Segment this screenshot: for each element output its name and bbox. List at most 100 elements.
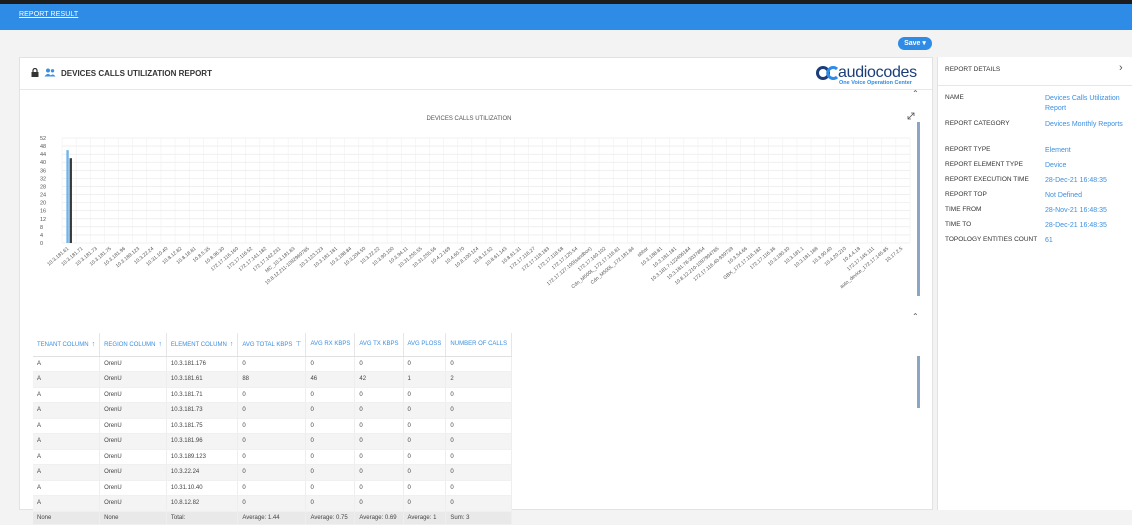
table-cell: 0 bbox=[237, 356, 307, 372]
table-row[interactable]: A OrenU 10.3.22.24 0 0 0 0 0 bbox=[33, 464, 513, 481]
table-cell: 0 bbox=[445, 433, 513, 450]
bar[interactable] bbox=[66, 150, 69, 243]
table-cell: 0 bbox=[403, 464, 447, 481]
table-row[interactable]: A OrenU 10.3.181.71 0 0 0 0 0 bbox=[33, 387, 513, 403]
column-header[interactable]: AVG RX KBPS bbox=[305, 333, 356, 357]
table-cell: 2 bbox=[445, 371, 513, 388]
table-cell: 0 bbox=[305, 356, 356, 372]
table-row[interactable]: A OrenU 10.3.181.96 0 0 0 0 0 bbox=[33, 433, 513, 450]
chart-title: DEVICES CALLS UTILIZATION bbox=[427, 116, 512, 122]
table-cell: OrenU bbox=[99, 449, 167, 465]
table-cell: 0 bbox=[305, 402, 356, 419]
table-cell: 10.31.10.40 bbox=[166, 480, 239, 496]
detail-label: REPORT CATEGORY bbox=[945, 120, 1010, 127]
table-cell: 0 bbox=[305, 433, 356, 450]
footer-cell: None bbox=[99, 511, 167, 525]
table-cell: A bbox=[33, 356, 101, 372]
detail-label: TIME TO bbox=[945, 221, 972, 228]
footer-cell: Total: bbox=[166, 511, 239, 525]
table-footer-row: None None Total: Average: 1.44 Average: 0.75… bbox=[33, 511, 513, 525]
table-cell: 0 bbox=[403, 480, 447, 496]
table-row[interactable]: A OrenU 10.31.10.40 0 0 0 0 0 bbox=[33, 480, 513, 496]
table-cell: 0 bbox=[445, 464, 513, 481]
table-scrollbar[interactable] bbox=[917, 356, 920, 408]
table-cell: OrenU bbox=[99, 387, 167, 403]
tab-report-result[interactable]: REPORT RESULT bbox=[19, 11, 78, 18]
table-cell: OrenU bbox=[99, 418, 167, 434]
detail-value: Devices Monthly Reports bbox=[1045, 121, 1123, 128]
detail-value: 61 bbox=[1045, 237, 1053, 244]
sort-arrow-icon[interactable]: ↑ bbox=[158, 341, 162, 348]
y-tick-label: 8 bbox=[40, 225, 43, 231]
table-row[interactable]: A OrenU 10.3.181.61 88 46 42 1 2 bbox=[33, 371, 513, 388]
detail-label: REPORT ELEMENT TYPE bbox=[945, 161, 1023, 168]
table-cell: 0 bbox=[305, 480, 356, 496]
expand-chart-icon[interactable] bbox=[907, 112, 915, 120]
table-cell: A bbox=[33, 402, 101, 419]
sort-arrow-icon[interactable]: ↑ bbox=[92, 341, 96, 348]
logo-subtitle: One Voice Operation Center bbox=[839, 80, 912, 86]
detail-label: REPORT EXECUTION TIME bbox=[945, 176, 1029, 183]
table-cell: 0 bbox=[305, 464, 356, 481]
column-header[interactable]: TENANT COLUMN ↑ bbox=[33, 333, 101, 357]
chart-scrollbar[interactable] bbox=[917, 122, 920, 296]
column-header[interactable]: AVG TX KBPS bbox=[354, 333, 404, 357]
detail-value: Element bbox=[1045, 147, 1071, 154]
table-cell: 0 bbox=[354, 480, 404, 496]
footer-cell: Average: 1 bbox=[403, 511, 447, 525]
bar[interactable] bbox=[69, 158, 72, 243]
column-header[interactable]: REGION COLUMN ↑ bbox=[99, 333, 167, 357]
table-cell: 0 bbox=[305, 418, 356, 434]
chevron-right-icon[interactable]: › bbox=[1119, 62, 1123, 74]
y-tick-label: 44 bbox=[40, 152, 46, 158]
table-cell: 10.3.181.71 bbox=[166, 387, 239, 403]
column-header[interactable]: AVG TOTAL KBPS ⊤ bbox=[237, 333, 307, 357]
table-cell: 0 bbox=[403, 387, 447, 403]
table-cell: 0 bbox=[445, 495, 513, 512]
table-cell: 0 bbox=[237, 387, 307, 403]
footer-cell: Average: 1.44 bbox=[237, 511, 307, 525]
footer-cell: Sum: 3 bbox=[445, 511, 513, 525]
y-tick-label: 24 bbox=[40, 193, 46, 199]
table-row[interactable]: A OrenU 10.3.189.123 0 0 0 0 0 bbox=[33, 449, 513, 465]
table-cell: 10.3.181.61 bbox=[166, 371, 239, 388]
table-cell: 0 bbox=[237, 418, 307, 434]
report-title: DEVICES CALLS UTILIZATION REPORT bbox=[61, 69, 212, 78]
column-header[interactable]: NUMBER OF CALLS bbox=[445, 333, 513, 357]
collapse-chart-chevron-up-icon[interactable]: ⌃ bbox=[912, 89, 919, 98]
table-cell: A bbox=[33, 480, 101, 496]
table-cell: 0 bbox=[445, 480, 513, 496]
table-cell: 46 bbox=[305, 371, 356, 388]
collapse-table-chevron-up-icon[interactable]: ⌃ bbox=[912, 312, 919, 321]
details-title: REPORT DETAILS bbox=[945, 66, 1001, 73]
table-cell: 10.3.181.96 bbox=[166, 433, 239, 450]
report-table: TENANT COLUMN ↑ REGION COLUMN ↑ ELEMENT COLU… bbox=[33, 333, 913, 525]
table-row[interactable]: A OrenU 10.3.181.75 0 0 0 0 0 bbox=[33, 418, 513, 434]
table-cell: 0 bbox=[403, 418, 447, 434]
table-cell: 10.3.181.75 bbox=[166, 418, 239, 434]
table-cell: A bbox=[33, 433, 101, 450]
table-cell: 0 bbox=[445, 356, 513, 372]
audiocodes-logo: audiocodes One Voice Operation Center bbox=[816, 64, 926, 88]
table-cell: A bbox=[33, 464, 101, 481]
detail-value: Not Defined bbox=[1045, 192, 1082, 199]
column-header[interactable]: ELEMENT COLUMN ↑ bbox=[166, 333, 239, 357]
sort-arrow-icon[interactable]: ⊤ bbox=[295, 341, 301, 348]
table-cell: 0 bbox=[237, 402, 307, 419]
y-tick-label: 40 bbox=[40, 160, 46, 166]
table-cell: 0 bbox=[403, 433, 447, 450]
sort-arrow-icon[interactable]: ↑ bbox=[230, 341, 234, 348]
table-cell: 0 bbox=[403, 495, 447, 512]
table-row[interactable]: A OrenU 10.8.12.82 0 0 0 0 0 bbox=[33, 495, 513, 512]
column-header[interactable]: AVG PLOSS bbox=[403, 333, 447, 357]
table-cell: 0 bbox=[354, 356, 404, 372]
table-cell: 1 bbox=[403, 371, 447, 388]
table-cell: A bbox=[33, 387, 101, 403]
table-row[interactable]: A OrenU 10.3.181.176 0 0 0 0 0 bbox=[33, 356, 513, 372]
table-cell: OrenU bbox=[99, 433, 167, 450]
save-button[interactable]: Save ▾ bbox=[898, 37, 932, 50]
detail-value: 28-Nov-21 16:48:35 bbox=[1045, 207, 1107, 214]
footer-cell: Average: 0.75 bbox=[305, 511, 356, 525]
detail-label: REPORT TOP bbox=[945, 191, 987, 198]
table-row[interactable]: A OrenU 10.3.181.73 0 0 0 0 0 bbox=[33, 402, 513, 419]
